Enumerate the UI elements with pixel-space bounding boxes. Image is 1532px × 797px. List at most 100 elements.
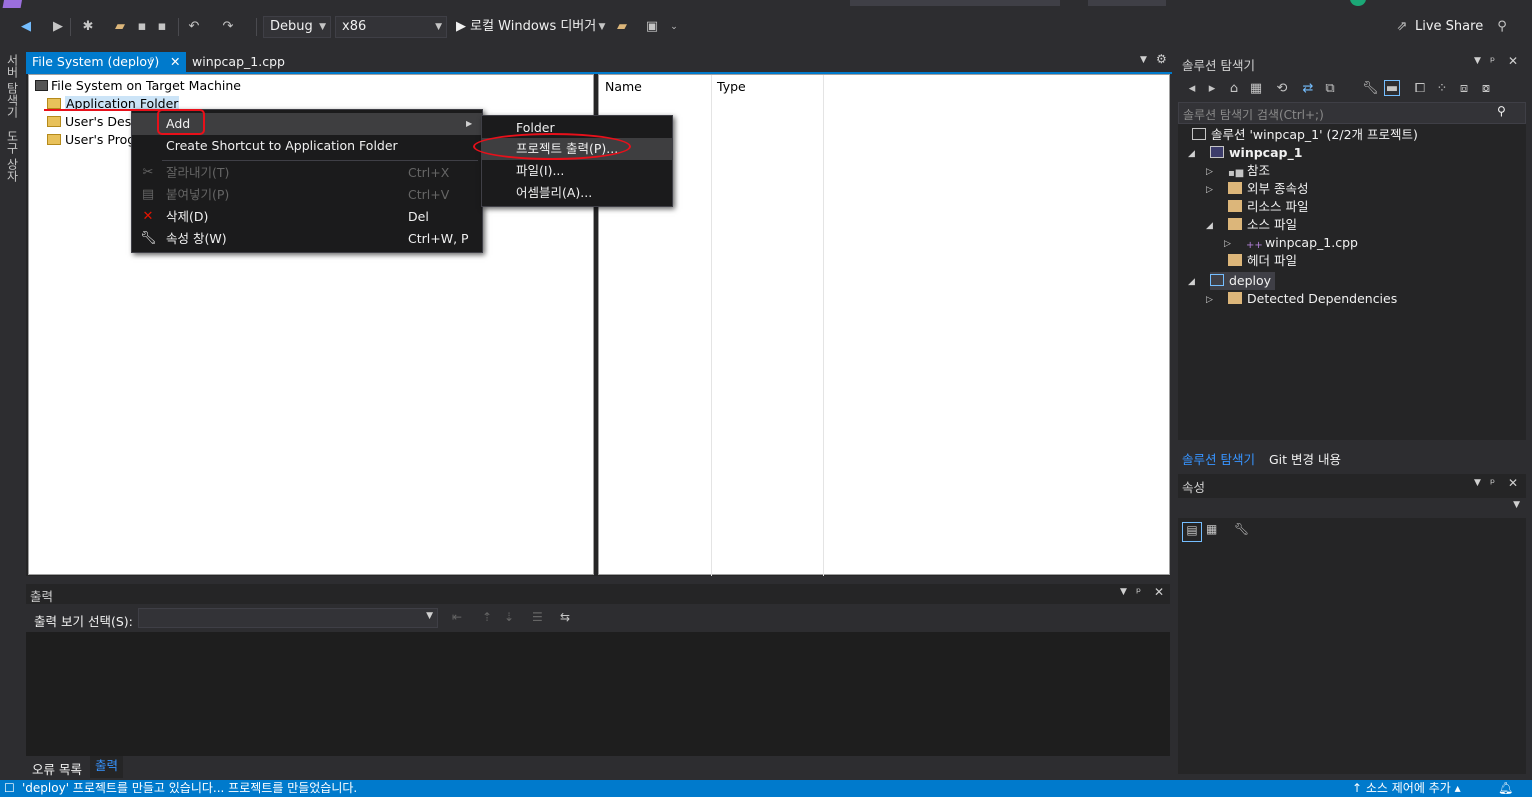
menu-item-paste[interactable]: ▤ 붙여넣기(P) Ctrl+V bbox=[132, 184, 482, 206]
output-text-area[interactable] bbox=[26, 632, 1170, 756]
alphabetical-icon[interactable]: ▦ bbox=[1206, 522, 1217, 536]
collapsed-icon[interactable]: ▷ bbox=[1206, 295, 1213, 305]
back-icon[interactable]: ◂ bbox=[1184, 81, 1200, 97]
tab-winpcap-cpp[interactable]: winpcap_1.cpp bbox=[186, 52, 286, 72]
find-message-icon[interactable]: ⇤ bbox=[452, 610, 462, 624]
output-source-dropdown[interactable]: ▼ bbox=[138, 608, 438, 628]
tab-output[interactable]: 출력 bbox=[90, 756, 124, 778]
configuration-dropdown[interactable]: Debug ▼ bbox=[263, 16, 331, 38]
tab-file-system-deploy[interactable]: File System (deploy) ᵖ ✕ bbox=[26, 52, 186, 72]
share-icon[interactable]: ⇗ bbox=[1394, 19, 1410, 35]
expanded-icon[interactable]: ◢ bbox=[1188, 149, 1195, 159]
properties-icon[interactable]: 🔧︎ bbox=[1362, 81, 1379, 97]
sync-icon[interactable]: ⇄ bbox=[1300, 81, 1316, 97]
pin-icon[interactable]: ᵖ bbox=[1490, 476, 1495, 490]
redo-icon[interactable]: ↷ bbox=[220, 19, 236, 35]
gear-icon[interactable]: ⚙ bbox=[1156, 52, 1167, 66]
tab-git-changes[interactable]: Git 변경 내용 bbox=[1269, 449, 1341, 468]
property-pages-icon[interactable]: 🔧︎ bbox=[1234, 522, 1249, 536]
close-icon[interactable]: ✕ bbox=[1154, 585, 1164, 599]
undo-icon[interactable]: ↶ bbox=[186, 19, 202, 35]
chevron-down-icon[interactable]: ▼ bbox=[1474, 478, 1481, 488]
tree-item-source-files[interactable]: 소스 파일 bbox=[1228, 216, 1297, 234]
pin-icon[interactable]: ᵖ bbox=[1490, 54, 1495, 68]
start-debugging-button[interactable]: ▶ 로컬 Windows 디버거 bbox=[456, 16, 596, 38]
menu-item-folder[interactable]: Folder bbox=[482, 117, 672, 139]
menu-item-create-shortcut[interactable]: Create Shortcut to Application Folder bbox=[132, 135, 482, 157]
column-header-name[interactable]: Name bbox=[605, 79, 642, 94]
preview-icon[interactable]: ▬ bbox=[1384, 80, 1400, 96]
expanded-icon[interactable]: ◢ bbox=[1188, 277, 1195, 287]
clear-all-icon[interactable]: ☰ bbox=[532, 610, 543, 624]
close-icon[interactable]: ✕ bbox=[1508, 476, 1518, 490]
class-view-icon[interactable]: ⁘ bbox=[1434, 81, 1450, 97]
tab-list-icon[interactable]: ▼ bbox=[1140, 55, 1147, 65]
history-icon[interactable]: ⟲ bbox=[1274, 81, 1290, 97]
tree-item-winpcap-cpp[interactable]: ++ winpcap_1.cpp bbox=[1246, 234, 1358, 252]
tree-item-detected-dependencies[interactable]: Detected Dependencies bbox=[1228, 290, 1397, 308]
feedback-icon[interactable]: ⚲ bbox=[1494, 19, 1510, 35]
chevron-down-icon[interactable]: ▼ bbox=[1120, 587, 1127, 597]
switch-views-icon[interactable]: ▦ bbox=[1248, 81, 1264, 97]
categorized-icon[interactable]: ▤ bbox=[1182, 522, 1202, 542]
tree-item-solution[interactable]: 솔루션 'winpcap_1' (2/2개 프로젝트) bbox=[1192, 126, 1418, 144]
tree-item-external-dependencies[interactable]: 외부 종속성 bbox=[1228, 180, 1308, 198]
menu-item-delete[interactable]: ✕ 삭제(D) Del bbox=[132, 206, 482, 228]
tree-root[interactable]: File System on Target Machine bbox=[35, 77, 241, 95]
notifications-icon[interactable]: 🔔︎ bbox=[1498, 780, 1513, 797]
avatar[interactable] bbox=[1350, 0, 1366, 6]
pin-icon[interactable]: ᵖ bbox=[150, 52, 154, 72]
pin-icon[interactable]: ᵖ bbox=[1136, 585, 1141, 599]
tab-error-list[interactable]: 오류 목록 bbox=[32, 759, 82, 778]
tree-item-header-files[interactable]: 헤더 파일 bbox=[1228, 252, 1297, 270]
tree-item-resource-files[interactable]: 리소스 파일 bbox=[1228, 198, 1308, 216]
menu-item-file[interactable]: 파일(I)... bbox=[482, 160, 672, 182]
object-selector[interactable]: ▼ bbox=[1178, 498, 1526, 518]
search-box[interactable] bbox=[850, 0, 1060, 6]
live-share-button[interactable]: Live Share bbox=[1415, 16, 1483, 38]
collapsed-icon[interactable]: ▷ bbox=[1224, 239, 1231, 249]
open-folder-icon[interactable]: ▰ bbox=[112, 19, 128, 35]
platform-dropdown[interactable]: x86 ▼ bbox=[335, 16, 447, 38]
previous-message-icon[interactable]: ⇡ bbox=[482, 610, 492, 624]
tree-item-deploy[interactable]: deploy bbox=[1210, 272, 1276, 290]
collapsed-icon[interactable]: ▷ bbox=[1206, 185, 1213, 195]
close-icon[interactable]: ✕ bbox=[170, 52, 180, 72]
column-header-type[interactable]: Type bbox=[717, 79, 746, 94]
back-icon[interactable]: ◀ bbox=[18, 19, 34, 35]
save-icon[interactable]: ▪ bbox=[134, 19, 150, 35]
word-wrap-icon[interactable]: ⇆ bbox=[560, 610, 570, 624]
window-icon[interactable]: ▣ bbox=[644, 19, 660, 35]
toolbar-options-icon[interactable]: ⌄ bbox=[666, 19, 682, 35]
tab-solution-explorer[interactable]: 솔루션 탐색기 bbox=[1182, 449, 1255, 468]
forward-icon[interactable]: ▸ bbox=[1204, 81, 1220, 97]
close-icon[interactable]: ✕ bbox=[1508, 54, 1518, 68]
chevron-down-icon[interactable]: ▼ bbox=[594, 19, 610, 35]
solution-explorer-search[interactable]: 솔루션 탐색기 검색(Ctrl+;) ⚲ bbox=[1178, 102, 1526, 124]
expanded-icon[interactable]: ◢ bbox=[1206, 221, 1213, 231]
show-all-files-icon[interactable]: ⧠ bbox=[1412, 81, 1428, 97]
collapsed-icon[interactable]: ▷ bbox=[1206, 167, 1213, 177]
add-to-source-control-button[interactable]: ↑ 소스 제어에 추가 ▴ bbox=[1352, 780, 1461, 797]
collapse-all-icon[interactable]: ⧉ bbox=[1322, 81, 1338, 97]
server-explorer-tab[interactable]: 서버 탐색기 bbox=[4, 54, 21, 118]
menu-item-add[interactable]: Add ▶ bbox=[132, 113, 482, 135]
forward-icon[interactable]: ▶ bbox=[50, 19, 66, 35]
save-all-icon[interactable]: ▪ bbox=[154, 19, 170, 35]
tree-item-references[interactable]: ▪■ 참조 bbox=[1228, 162, 1270, 180]
tree-item-winpcap-project[interactable]: winpcap_1 bbox=[1210, 144, 1302, 162]
next-message-icon[interactable]: ⇣ bbox=[504, 610, 514, 624]
new-project-icon[interactable]: ✱ bbox=[80, 19, 96, 35]
chevron-down-icon[interactable]: ▼ bbox=[1474, 56, 1481, 66]
search-icon[interactable]: ⚲ bbox=[1497, 104, 1506, 118]
menu-item-properties[interactable]: 🔧︎ 속성 창(W) Ctrl+W, P bbox=[132, 228, 482, 250]
home-icon[interactable]: ⌂ bbox=[1226, 81, 1242, 97]
menu-item-cut[interactable]: ✂ 잘라내기(T) Ctrl+X bbox=[132, 162, 482, 184]
code-map-icon[interactable]: ⧈ bbox=[1456, 81, 1472, 97]
pending-changes-icon[interactable]: ⧇ bbox=[1478, 81, 1494, 97]
tree-item-users-desktop[interactable]: User's Deskt bbox=[47, 113, 143, 131]
menu-item-assembly[interactable]: 어셈블리(A)... bbox=[482, 182, 672, 204]
toolbox-tab[interactable]: 도구 상자 bbox=[4, 130, 21, 182]
menu-item-project-output[interactable]: 프로젝트 출력(P)... bbox=[482, 138, 672, 160]
browse-folder-icon[interactable]: ▰ bbox=[614, 19, 630, 35]
